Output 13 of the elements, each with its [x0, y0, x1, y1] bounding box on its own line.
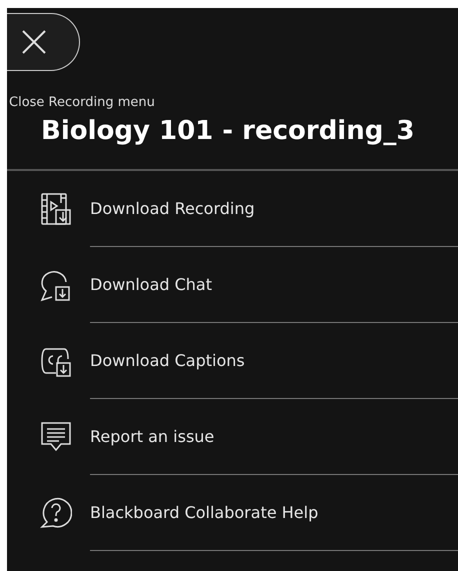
menu-item[interactable]: Download Recording [90, 199, 255, 218]
menu-item[interactable]: Blackboard Collaborate Help [90, 503, 318, 522]
menu-item[interactable]: Report an issue [90, 427, 214, 446]
chat-download-icon [40, 268, 72, 302]
close-icon [21, 29, 47, 55]
recording-title: Biology 101 - recording_3 [41, 116, 416, 148]
help-icon [40, 496, 72, 530]
close-button[interactable] [7, 13, 80, 71]
message-icon [40, 420, 72, 454]
close-tooltip-text: Close Recording menu [9, 95, 155, 110]
film-download-icon [40, 192, 72, 226]
menu-item[interactable]: Download Captions [90, 351, 245, 370]
menu-item[interactable]: Download Chat [90, 275, 212, 294]
